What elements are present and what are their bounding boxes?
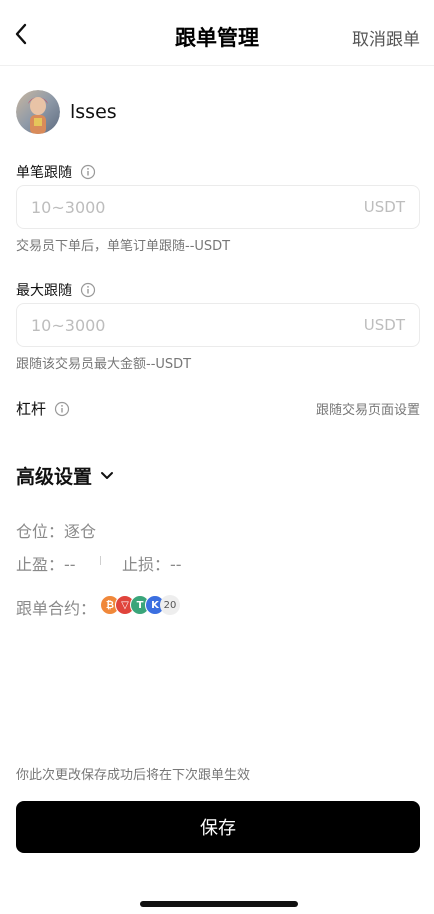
single-follow-input[interactable] (31, 186, 331, 228)
single-follow-unit: USDT (363, 198, 405, 216)
divider (100, 556, 101, 565)
take-profit-text: 止盈：-- (16, 555, 76, 574)
advanced-settings-toggle[interactable]: 高级设置 (16, 462, 114, 489)
contracts-coin-list[interactable]: ₿ ▽ T K 20 (100, 595, 190, 615)
stop-loss-text: 止损：-- (122, 555, 182, 574)
trader-profile: lsses (16, 90, 117, 134)
leverage-label-row: 杠杆 (16, 398, 70, 419)
max-follow-hint: 跟随该交易员最大金额--USDT (16, 357, 192, 372)
max-follow-input[interactable] (31, 304, 331, 346)
single-follow-label: 单笔跟随 (16, 165, 72, 181)
trader-username: lsses (70, 101, 117, 123)
home-indicator (140, 901, 298, 907)
max-follow-field[interactable]: USDT (16, 303, 420, 347)
header-bar: 跟单管理 取消跟单 (0, 0, 434, 66)
info-icon[interactable] (54, 401, 70, 417)
contracts-label: 跟单合约： (16, 599, 97, 618)
max-follow-label-row: 最大跟随 (16, 280, 96, 300)
advanced-settings-title: 高级设置 (16, 466, 93, 488)
max-follow-label: 最大跟随 (16, 283, 72, 299)
position-mode-text: 仓位：逐仓 (16, 522, 97, 541)
leverage-settings-link[interactable]: 跟随交易页面设置 (316, 399, 420, 418)
save-notice-text: 你此次更改保存成功后将在下次跟单生效 (16, 768, 251, 783)
max-follow-unit: USDT (363, 316, 405, 334)
single-follow-label-row: 单笔跟随 (16, 162, 96, 182)
avatar (16, 90, 60, 134)
save-button[interactable]: 保存 (16, 801, 420, 853)
single-follow-field[interactable]: USDT (16, 185, 420, 229)
info-icon[interactable] (80, 164, 96, 180)
info-icon[interactable] (80, 282, 96, 298)
leverage-label: 杠杆 (16, 400, 47, 418)
single-follow-hint: 交易员下单后，单笔订单跟随--USDT (16, 239, 231, 254)
cancel-follow-button[interactable]: 取消跟单 (352, 25, 420, 50)
more-contracts-count: 20 (160, 595, 180, 615)
chevron-down-icon (101, 471, 114, 479)
